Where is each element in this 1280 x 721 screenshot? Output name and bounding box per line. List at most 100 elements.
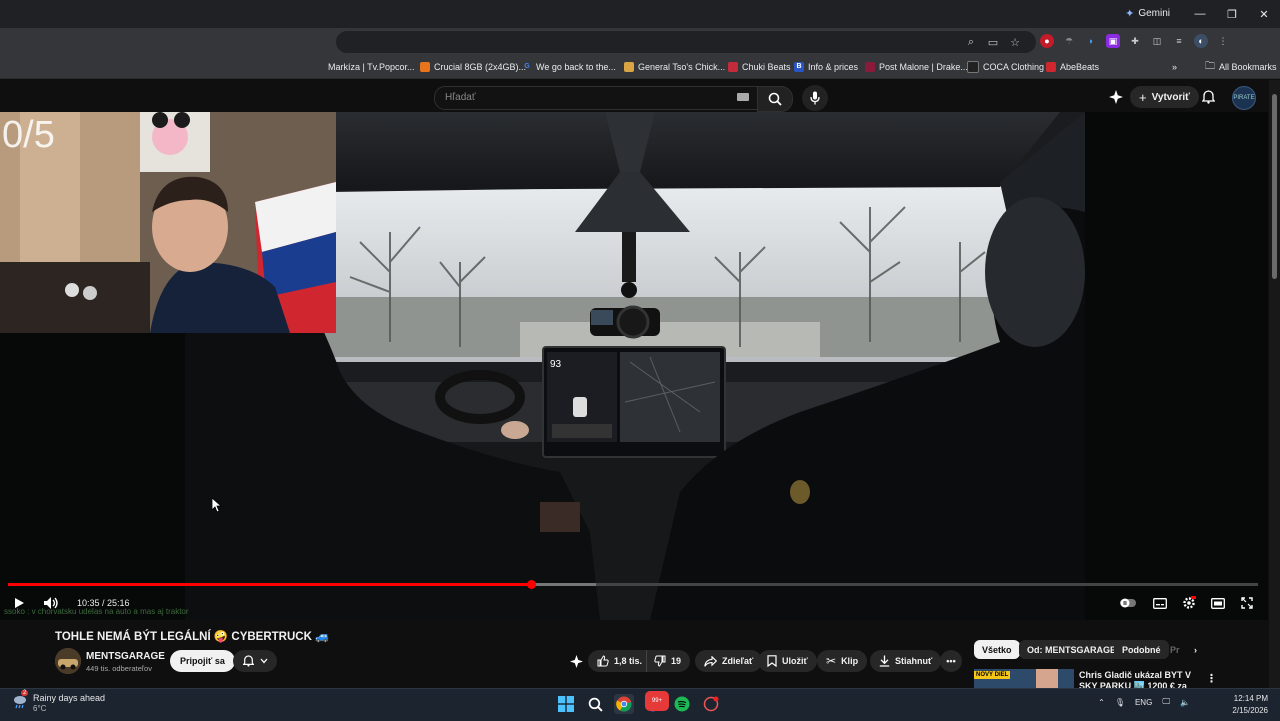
bookmark-item[interactable]: Chuki Beats (728, 60, 791, 74)
chip-all[interactable]: Všetko (974, 640, 1020, 659)
bookmark-item[interactable]: G We go back to the... (522, 60, 616, 74)
subscription-bell-button[interactable] (233, 650, 277, 672)
chip-overflow[interactable]: Pr (1166, 640, 1184, 659)
chips-next-chevron-icon[interactable]: › (1190, 640, 1201, 659)
taskbar-apps: 99+ (556, 691, 721, 714)
voice-search-button[interactable] (802, 85, 828, 111)
more-actions-icon[interactable]: ••• (940, 650, 962, 672)
chip-from-channel[interactable]: Od: MENTSGARAGE (1019, 640, 1124, 659)
address-bar[interactable]: ⌕ ▭ ☆ (336, 31, 1036, 53)
restore-icon[interactable]: ❐ (1216, 0, 1248, 28)
bookmark-item[interactable]: B Info & prices (794, 60, 858, 74)
channel-name[interactable]: MENTSGARAGE (86, 651, 165, 662)
thumbs-down-icon (654, 655, 666, 667)
chip-related[interactable]: Podobné (1114, 640, 1169, 659)
recommendation-menu-icon[interactable]: ⋮ (1203, 669, 1220, 688)
audio-extension-icon[interactable]: ◗ (1084, 34, 1098, 48)
bookmark-item[interactable]: Post Malone | Drake... (865, 60, 968, 74)
speaker-icon[interactable]: 🔈 (1180, 698, 1190, 707)
channel-avatar[interactable] (55, 648, 81, 674)
browser-menu-icon[interactable]: ⋮ (1216, 34, 1230, 48)
bookmark-item[interactable]: AbeBeats (1046, 60, 1099, 74)
language-indicator[interactable]: ENG (1135, 698, 1152, 707)
recommendation-title[interactable]: Chris Gladič ukázal BYT V SKY PARKU 🏙️ 1… (1079, 670, 1199, 690)
save-button[interactable]: Uložiť (758, 650, 817, 672)
download-label: Stiahnuť (895, 656, 933, 666)
settings-gear-icon[interactable] (1180, 594, 1198, 612)
adblock-extension-icon[interactable]: ● (1040, 34, 1054, 48)
windows-start-icon[interactable] (556, 694, 576, 714)
bookmark-label: Post Malone | Drake... (879, 62, 968, 72)
network-icon[interactable]: 🖵 (1162, 697, 1170, 707)
bookmark-favicon-icon (865, 62, 875, 72)
microphone-icon (810, 91, 820, 105)
zoom-icon[interactable]: ⌕ (964, 33, 978, 51)
weather-widget[interactable]: 2 Rainy days ahead 6°C (12, 690, 105, 714)
taskbar-search-icon[interactable] (585, 694, 605, 714)
bookmark-item[interactable]: COCA Clothing (967, 60, 1044, 74)
close-icon[interactable]: ✕ (1248, 0, 1280, 28)
share-button[interactable]: Zdieľať (695, 650, 763, 672)
account-avatar[interactable]: PIRATE (1232, 86, 1256, 110)
bookmark-label: AbeBeats (1060, 62, 1100, 72)
window-controls: — ❐ ✕ (1184, 0, 1280, 28)
sparkle-icon[interactable] (1107, 88, 1125, 106)
ask-sparkle-icon[interactable] (567, 652, 585, 670)
app-icon[interactable] (701, 694, 721, 714)
scrollbar-thumb[interactable] (1272, 94, 1277, 279)
create-button[interactable]: + Vytvoriť (1130, 86, 1199, 108)
weather-temperature: 6°C (33, 704, 47, 713)
sidepanel-icon[interactable]: ◫ (1150, 34, 1164, 48)
extension-icon[interactable]: ☂ (1062, 34, 1076, 48)
video-player[interactable]: 93 0/5 ssoko: v chorvatsku udelas na au… (0, 112, 1268, 620)
notifications-bell-icon[interactable] (1199, 88, 1217, 106)
bookmark-label: Chuki Beats (742, 62, 791, 72)
time-display: 10:35 / 25:16 (77, 598, 130, 608)
plus-icon: + (1139, 89, 1147, 105)
subtitles-icon[interactable] (1151, 594, 1169, 612)
clip-button[interactable]: ✂ Klip (817, 650, 868, 672)
media-controls-icon[interactable]: ≡ (1172, 34, 1186, 48)
bookmark-item[interactable]: Crucial 8GB (2x4GB)... (420, 60, 526, 74)
bookmark-item[interactable]: Markíza | Tv.Popcor... (328, 60, 415, 74)
folder-icon: 🗀 (1205, 60, 1215, 72)
google-favicon-icon: G (524, 63, 530, 70)
like-button[interactable]: 1,8 tis. (588, 650, 651, 672)
taskbar: 2 Rainy days ahead 6°C 99+ ⌃ 🎙 ENG 🖵 🔈 1… (0, 688, 1280, 721)
page-scrollbar[interactable] (1269, 80, 1280, 688)
autoplay-toggle-icon[interactable] (1119, 594, 1137, 612)
keyboard-icon[interactable] (737, 93, 749, 101)
search-placeholder: Hľadať (445, 92, 476, 103)
play-icon[interactable] (10, 594, 28, 612)
bookmark-star-icon[interactable]: ☆ (1008, 33, 1022, 51)
profile-icon[interactable]: ◐ (1194, 34, 1208, 48)
dislike-button[interactable]: 19 (646, 650, 691, 672)
twitch-extension-icon[interactable]: ▣ (1106, 34, 1120, 48)
fullscreen-icon[interactable] (1238, 594, 1256, 612)
tray-overflow-chevron-icon[interactable]: ⌃ (1098, 698, 1105, 707)
recommendation-thumb-badge: NOVÝ DIEL (974, 671, 1011, 679)
all-bookmarks-button[interactable]: 🗀 All Bookmarks (1205, 60, 1277, 74)
volume-icon[interactable] (42, 594, 60, 612)
download-button[interactable]: Stiahnuť (870, 650, 942, 672)
theater-mode-icon[interactable] (1209, 594, 1227, 612)
tray-microphone-icon[interactable]: 🎙 (1115, 698, 1125, 707)
bookmark-favicon-icon (420, 62, 430, 72)
bookmark-item[interactable]: General Tso's Chick... (624, 60, 725, 74)
system-clock[interactable]: 12:14 PM 2/15/2026 (1232, 693, 1268, 717)
cast-icon[interactable]: ▭ (986, 33, 1000, 51)
discord-icon[interactable]: 99+ (643, 691, 669, 714)
progress-bar[interactable] (8, 580, 1258, 589)
chrome-icon[interactable] (614, 694, 634, 714)
join-button[interactable]: Pripojiť sa (170, 650, 235, 672)
bookmark-favicon-icon (1046, 62, 1056, 72)
extensions-puzzle-icon[interactable]: ✚ (1128, 34, 1142, 48)
bookmarks-overflow-chevron-icon[interactable]: » (1172, 60, 1177, 74)
minimize-icon[interactable]: — (1184, 0, 1216, 28)
gemini-button[interactable]: ✦ Gemini (1125, 7, 1170, 20)
browser-titlebar: ✦ Gemini — ❐ ✕ (0, 0, 1280, 28)
recommendation-thumbnail[interactable]: NOVÝ DIEL (974, 669, 1074, 689)
spotify-icon[interactable] (672, 694, 692, 714)
search-input[interactable]: Hľadať (434, 86, 758, 110)
search-button[interactable] (757, 86, 793, 112)
